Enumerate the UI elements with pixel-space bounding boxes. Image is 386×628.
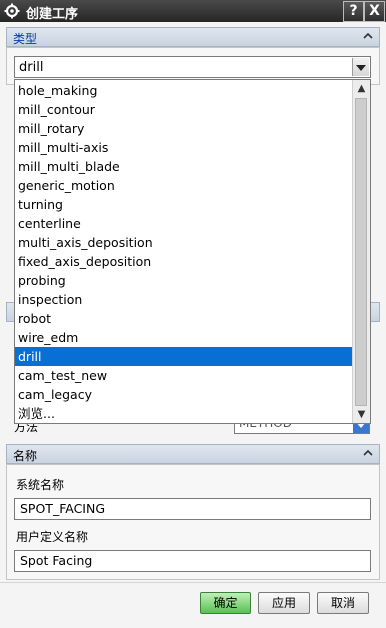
create-operation-dialog: 创建工序 ? X 类型 drill 方法 METHOD hole_making … [0, 0, 386, 628]
user-name-label: 用户定义名称 [16, 530, 89, 544]
name-section-label: 名称 [13, 449, 38, 463]
type-dropdown-list[interactable]: hole_making mill_contour mill_rotary mil… [14, 79, 371, 424]
dropdown-item-mill-rotary[interactable]: mill_rotary [15, 119, 353, 138]
title-bar: 创建工序 ? X [0, 0, 386, 22]
scroll-thumb[interactable] [355, 98, 367, 406]
type-select[interactable]: drill [14, 56, 371, 78]
dropdown-item-generic-motion[interactable]: generic_motion [15, 176, 353, 195]
chevron-down-icon [356, 65, 366, 71]
window-title: 创建工序 [26, 7, 79, 22]
type-select-value: drill [19, 60, 44, 75]
dropdown-item-inspection[interactable]: inspection [15, 290, 353, 309]
help-button[interactable]: ? [343, 1, 364, 22]
dropdown-item-drill[interactable]: drill [15, 347, 353, 366]
cancel-button[interactable]: 取消 [317, 592, 369, 614]
type-section-label: 类型 [13, 32, 38, 46]
scroll-down-icon[interactable]: ▼ [353, 406, 370, 423]
dropdown-item-browse[interactable]: 浏览... [15, 404, 353, 423]
dropdown-item-multi-axis-deposition[interactable]: multi_axis_deposition [15, 233, 353, 252]
dropdown-item-mill-multi-axis[interactable]: mill_multi-axis [15, 138, 353, 157]
dropdown-item-cam-test-new[interactable]: cam_test_new [15, 366, 353, 385]
ok-button[interactable]: 确定 [200, 592, 251, 614]
gear-icon[interactable] [4, 3, 20, 19]
dropdown-item-mill-multi-blade[interactable]: mill_multi_blade [15, 157, 353, 176]
dropdown-scrollbar[interactable]: ▲ ▼ [352, 80, 370, 423]
dropdown-item-robot[interactable]: robot [15, 309, 353, 328]
dropdown-item-turning[interactable]: turning [15, 195, 353, 214]
dropdown-item-wire-edm[interactable]: wire_edm [15, 328, 353, 347]
dropdown-item-fixed-axis-deposition[interactable]: fixed_axis_deposition [15, 252, 353, 271]
dropdown-item-centerline[interactable]: centerline [15, 214, 353, 233]
dropdown-item-hole-making[interactable]: hole_making [15, 81, 353, 100]
name-section-header[interactable]: 名称 [6, 444, 380, 464]
apply-button[interactable]: 应用 [258, 592, 310, 614]
dropdown-item-probing[interactable]: probing [15, 271, 353, 290]
chevron-up-icon [363, 449, 373, 456]
type-select-arrow[interactable] [352, 58, 369, 76]
user-name-field[interactable]: Spot Facing [14, 550, 371, 572]
system-name-field[interactable]: SPOT_FACING [14, 498, 371, 520]
dropdown-item-cam-legacy[interactable]: cam_legacy [15, 385, 353, 404]
dropdown-item-mill-contour[interactable]: mill_contour [15, 100, 353, 119]
system-name-label: 系统名称 [16, 478, 65, 492]
type-section-header[interactable]: 类型 [6, 27, 380, 47]
scroll-up-icon[interactable]: ▲ [353, 80, 370, 97]
divider [0, 582, 386, 583]
close-button[interactable]: X [364, 1, 385, 22]
chevron-up-icon [363, 32, 373, 39]
